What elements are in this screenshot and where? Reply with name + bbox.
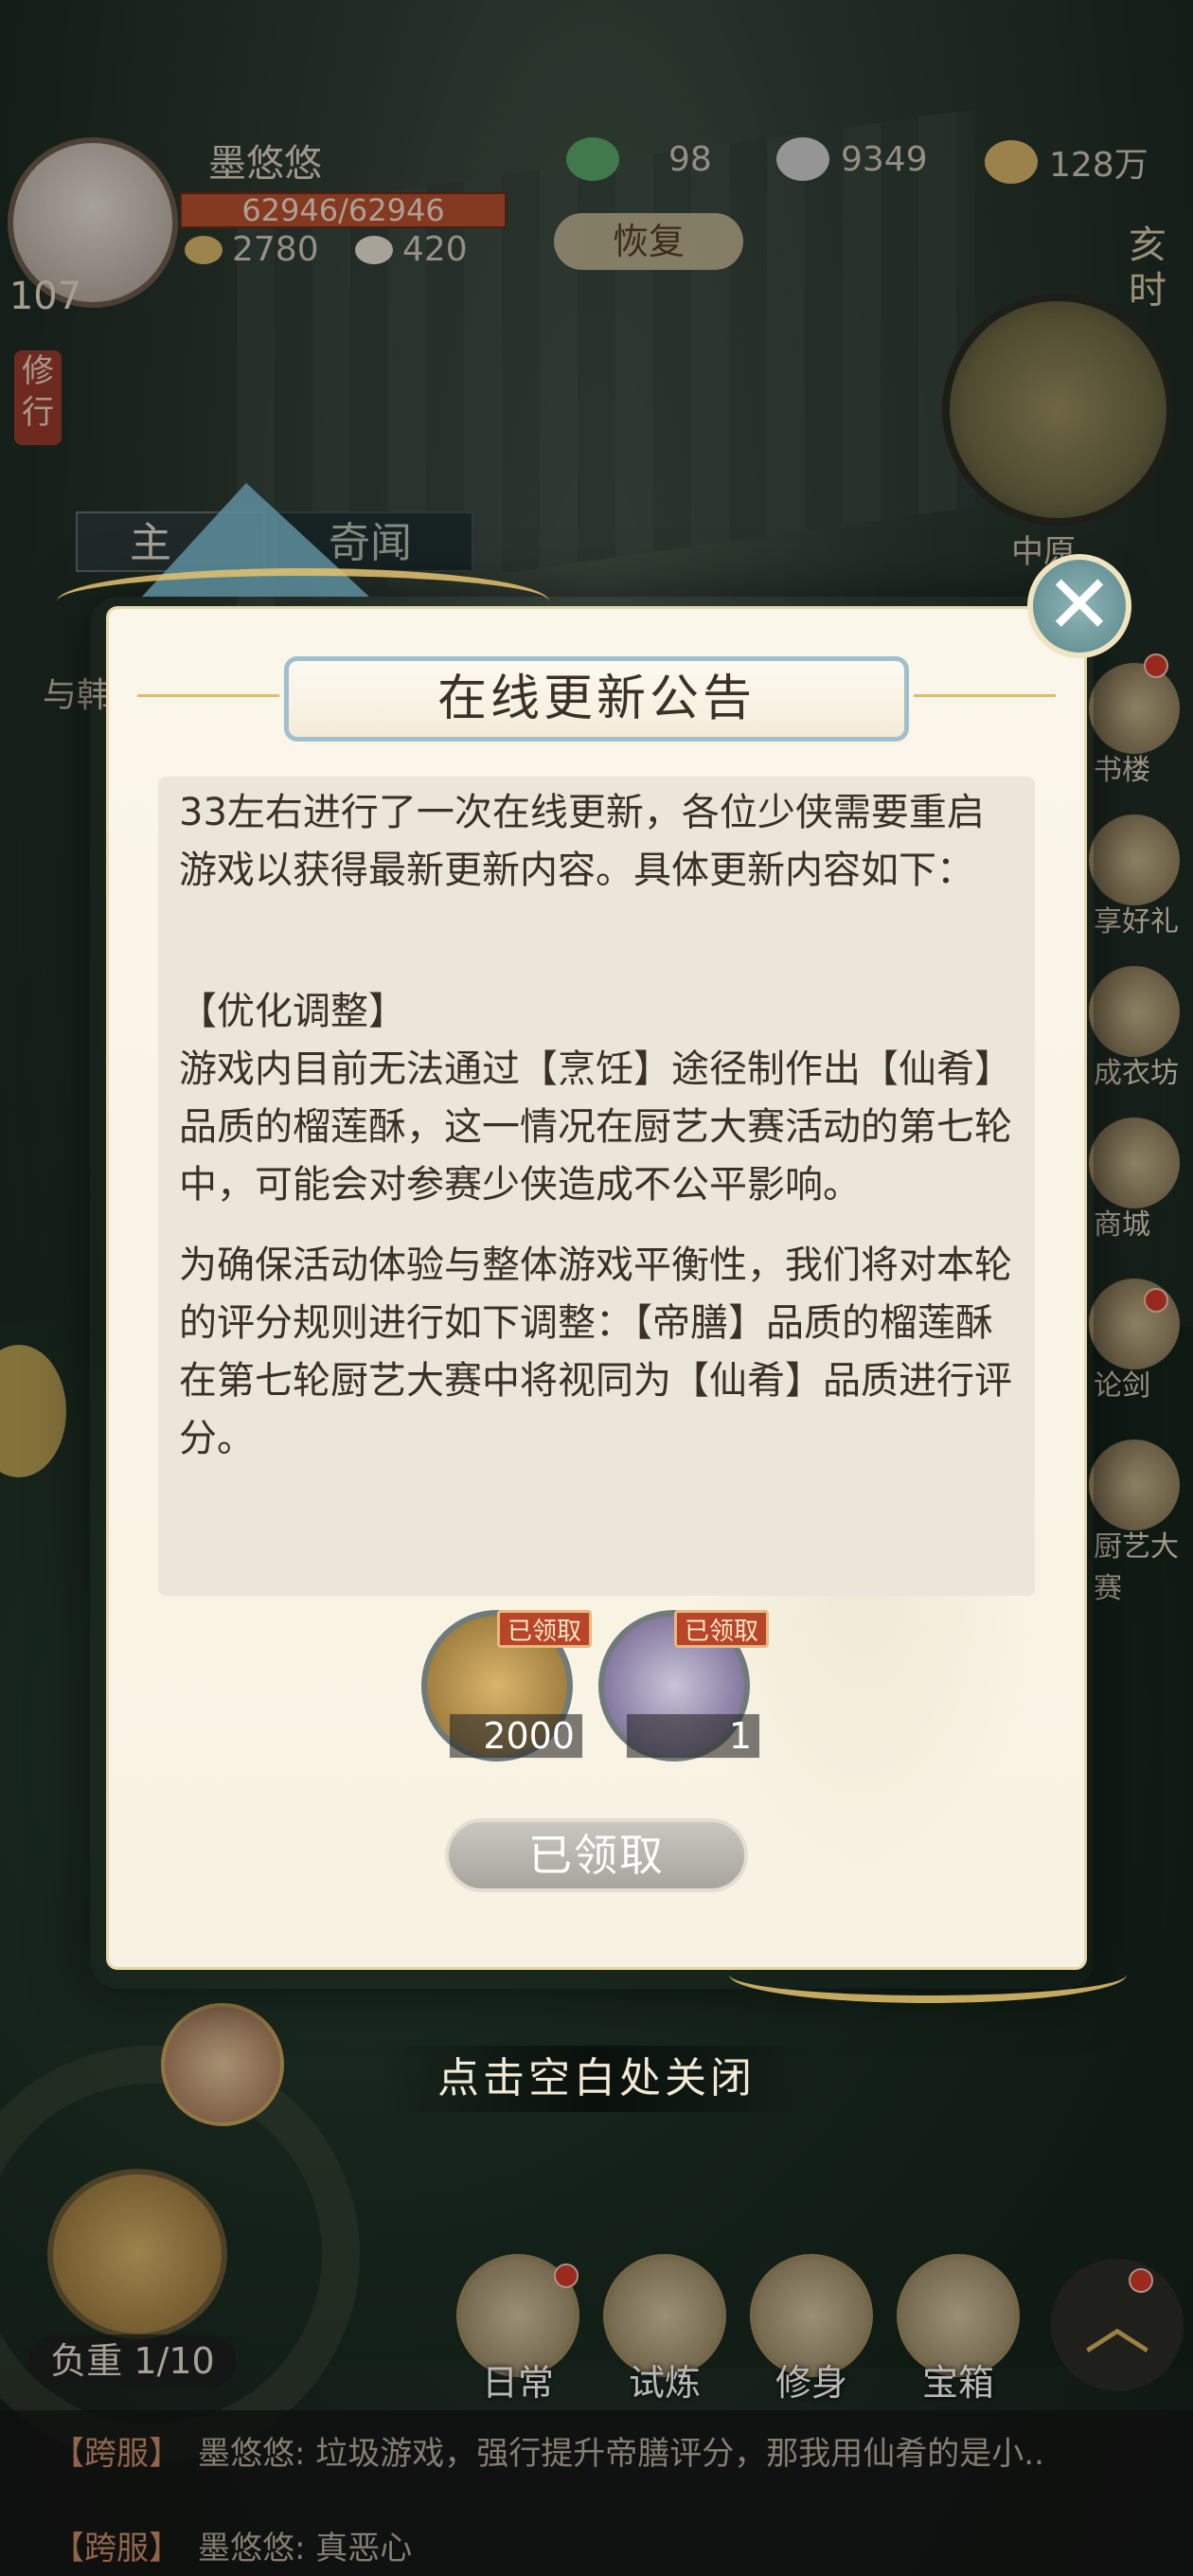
notice-paragraph: 游戏内目前无法通过【烹饪】途径制作出【仙肴】品质的榴莲酥，这一情况在厨艺大赛活动…: [179, 1047, 1012, 1207]
claim-button[interactable]: 已领取: [445, 1818, 748, 1892]
notice-section-heading: 【优化调整】: [179, 990, 406, 1033]
claimed-badge: 已领取: [674, 1610, 769, 1648]
reward-item[interactable]: 已领取 1: [598, 1610, 769, 1762]
title-ornament-left: [137, 694, 279, 697]
gold-cloud-ornament: [729, 1946, 1127, 2003]
claimed-badge: 已领取: [497, 1610, 592, 1648]
notice-content[interactable]: 33左右进行了一次在线更新，各位少侠需要重启游戏以获得最新更新内容。具体更新内容…: [158, 777, 1035, 1596]
reward-item[interactable]: 已领取 2000: [421, 1610, 592, 1762]
notice-paragraph: 为确保活动体验与整体游戏平衡性，我们将对本轮的评分规则进行如下调整：【帝膳】品质…: [179, 1243, 1012, 1460]
close-button[interactable]: ✕: [1027, 554, 1131, 658]
title-ornament-right: [914, 694, 1056, 697]
notice-paragraph: 33左右进行了一次在线更新，各位少侠需要重启游戏以获得最新更新内容。具体更新内容…: [179, 791, 985, 892]
reward-count: 1: [627, 1714, 759, 1758]
close-icon: ✕: [1044, 558, 1114, 653]
gold-cloud-ornament: [57, 568, 549, 635]
dialog-title: 在线更新公告: [284, 656, 909, 742]
reward-count: 2000: [450, 1714, 582, 1758]
tap-to-close-hint: 点击空白处关闭: [379, 2046, 814, 2112]
